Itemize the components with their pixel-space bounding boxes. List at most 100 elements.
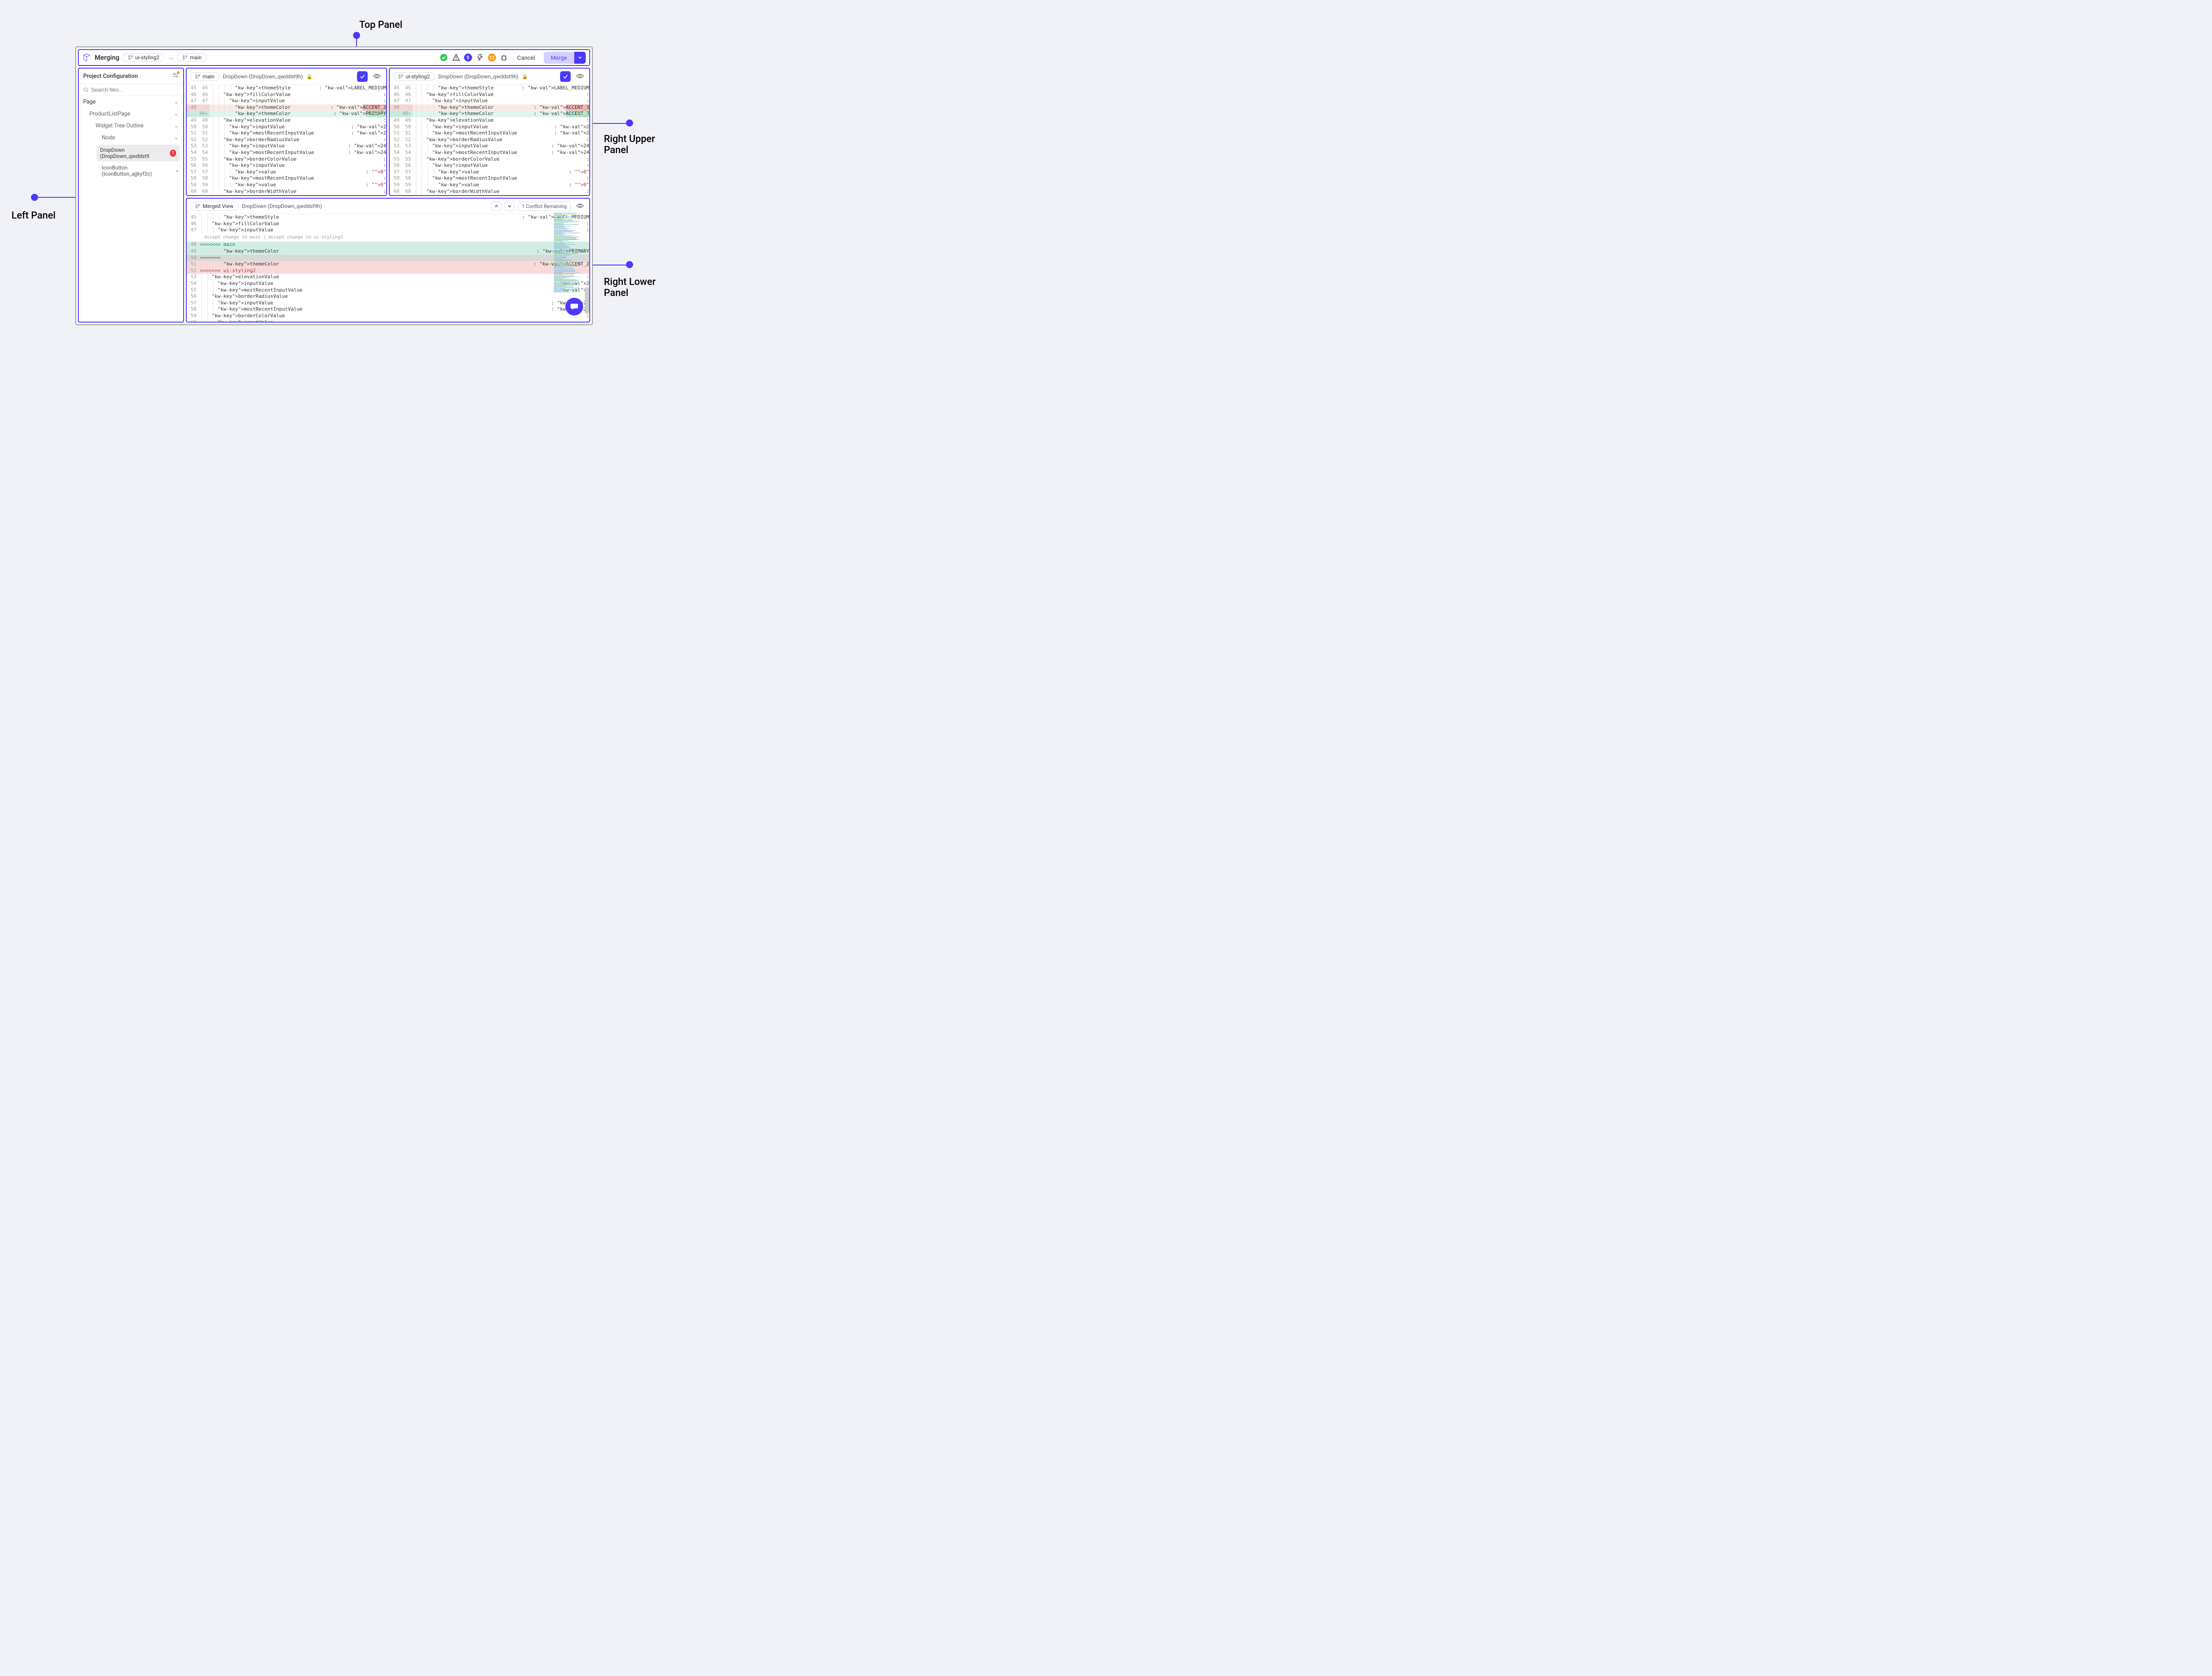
code-line: 47│ │ │ "kw-key">inputValue: <box>187 227 589 234</box>
prev-conflict-button[interactable] <box>492 201 501 211</box>
minimap-main <box>374 113 384 139</box>
annotation-left-line <box>35 197 76 198</box>
preview-button[interactable] <box>574 202 586 211</box>
diff-file-title: DropDown (DropDown_qwddst9h) <box>223 73 303 80</box>
code-area-branch[interactable]: 4545│ │ │ │ "kw-key">themeStyle: "kw-val… <box>390 85 589 195</box>
chat-bubble-button[interactable] <box>565 298 583 315</box>
code-area-main[interactable]: 4545│ │ │ │ "kw-key">themeStyle: "kw-val… <box>187 85 386 195</box>
code-line: 4545│ │ │ │ "kw-key">themeStyle: "kw-val… <box>187 85 386 92</box>
tree-productlist-row[interactable]: ProductListPage ⌄ <box>79 108 183 120</box>
code-line: 5959│ │ │ │ "kw-key">value: "">0" <box>187 182 386 188</box>
chevron-down-icon: ⌄ <box>174 111 179 117</box>
code-line: 5656│ │ │ "kw-key">inputValue: <box>187 162 386 169</box>
top-panel: Merging ui-styling2 → main 5 12 Cancel M… <box>78 49 590 66</box>
merged-view-label: Merged View <box>203 203 234 209</box>
code-line: 48-│ │ │ │ "kw-key">themeColor: "kw-val"… <box>390 104 589 111</box>
preview-button[interactable] <box>371 72 383 81</box>
diff-branch-label: ui-styling2 <box>406 73 430 80</box>
tree-productlist-label: ProductListPage <box>83 111 130 117</box>
blue-count-badge[interactable]: 5 <box>464 54 472 62</box>
lock-icon: 🔒 <box>307 74 313 80</box>
minimap-merged[interactable] <box>554 213 585 292</box>
code-line: 48<<<<<<< main <box>187 242 589 248</box>
code-line: 5353│ │ │ "kw-key">inputValue: "kw-val">… <box>187 143 386 150</box>
warning-triangle-icon[interactable] <box>452 53 461 62</box>
code-line: 4545│ │ │ │ "kw-key">themeStyle: "kw-val… <box>390 85 589 92</box>
bug-icon[interactable] <box>499 53 508 62</box>
tree-iconbutton-row[interactable]: IconButton (IconButton_ajjkyf2c) ● <box>79 162 183 179</box>
branch-icon <box>195 204 200 209</box>
tree-page-row[interactable]: Page ⌄ <box>79 96 183 108</box>
diff-header-branch: ui-styling2 DropDown (DropDown_qwddst9h)… <box>390 69 589 85</box>
accept-all-button[interactable] <box>560 71 571 82</box>
dot-indicator-icon: ● <box>176 168 179 174</box>
code-line: 46│ │ "kw-key">fillColorValue: <box>187 221 589 227</box>
accept-hint[interactable]: Accept change in main | Accept change in… <box>187 234 589 242</box>
lightning-icon[interactable] <box>476 53 484 62</box>
code-line: 54│ │ │ "kw-key">inputValue: "kw-val">2 <box>187 281 589 287</box>
code-line: 60│ │ │ "kw-key">inputValue: <box>187 319 589 322</box>
merged-view-pill[interactable]: Merged View <box>190 202 238 211</box>
diff-panel-main: main DropDown (DropDown_qwddst9h) 🔒 4545… <box>186 68 387 196</box>
code-line: 4949│ │ "kw-key">elevationValue: <box>390 117 589 124</box>
code-line: 5757│ │ │ │ "kw-key">value: "">0" <box>187 169 386 176</box>
tree-node-label: Node <box>83 135 115 141</box>
code-line: 5858│ │ │ "kw-key">mostRecentInputValue: <box>390 175 589 182</box>
code-line: 45│ │ │ │ "kw-key">themeStyle: "kw-val">… <box>187 214 589 221</box>
code-line: 58│ │ │ "kw-key">mostRecentInputValue: "… <box>187 306 589 313</box>
diff-branch-pill-main[interactable]: main <box>190 72 219 81</box>
code-line: 6060│ │ "kw-key">borderWidthValue: <box>187 188 386 195</box>
merge-button[interactable]: Merge <box>544 52 574 64</box>
code-line: 5050│ │ │ "kw-key">inputValue: "kw-val">… <box>390 124 589 131</box>
scrollbar-thumb[interactable] <box>585 287 589 314</box>
code-line: 56│ │ "kw-key">borderRadiusValue: <box>187 293 589 300</box>
branch-icon <box>182 55 188 60</box>
code-line: 52>>>>>>> ui-styling2 <box>187 268 589 274</box>
orange-count-badge[interactable]: 12 <box>488 54 496 62</box>
source-branch-pill[interactable]: ui-styling2 <box>123 53 165 62</box>
minimap-branch <box>577 113 588 139</box>
diff-panel-branch: ui-styling2 DropDown (DropDown_qwddst9h)… <box>389 68 590 196</box>
diff-branch-pill-branch[interactable]: ui-styling2 <box>393 72 435 81</box>
left-panel-header: Project Configuration <box>79 69 183 84</box>
cancel-button[interactable]: Cancel <box>512 52 540 64</box>
code-line: 5252│ │ "kw-key">borderRadiusValue: <box>187 137 386 143</box>
merged-file-title: DropDown (DropDown_qwddst9h) <box>242 203 322 209</box>
settings-icon[interactable] <box>173 72 179 80</box>
conflict-remaining-label: 1 Conflict Remaining <box>518 202 571 211</box>
code-line: 59│ │ "kw-key">borderColorValue: <box>187 313 589 319</box>
search-row <box>79 84 183 96</box>
target-branch-label: main <box>190 54 202 61</box>
target-branch-pill[interactable]: main <box>177 53 207 62</box>
code-line: 48-│ │ │ │ "kw-key">themeColor: "kw-val"… <box>187 104 386 111</box>
search-input[interactable] <box>91 87 179 93</box>
tree-selected-dropdown[interactable]: DropDown (DropDown_qwddst9 1 <box>96 145 180 161</box>
code-line: 4949│ │ "kw-key">elevationValue: <box>187 117 386 124</box>
code-line: 6060│ │ "kw-key">borderWidthValue: <box>390 188 589 195</box>
annotation-top-label: Top Panel <box>359 19 403 31</box>
merged-panel: Merged View DropDown (DropDown_qwddst9h)… <box>186 198 590 323</box>
code-line: 5252│ │ "kw-key">borderRadiusValue: <box>390 137 589 143</box>
annotation-ru-line <box>592 123 627 124</box>
arrow-icon: → <box>168 54 174 62</box>
conflict-count-badge: 1 <box>170 150 176 157</box>
tree-node-row[interactable]: Node ⌄ <box>79 132 183 144</box>
merge-dropdown-button[interactable] <box>574 52 586 64</box>
check-circle-icon[interactable] <box>439 53 448 62</box>
branch-icon <box>128 55 133 60</box>
left-panel-title: Project Configuration <box>83 73 138 80</box>
diff-header-main: main DropDown (DropDown_qwddst9h) 🔒 <box>187 69 386 85</box>
code-area-merged[interactable]: 45│ │ │ │ "kw-key">themeStyle: "kw-val">… <box>187 214 589 322</box>
branch-icon <box>195 74 200 79</box>
app-logo-icon <box>82 53 91 62</box>
annotation-ru-label: Right Upper Panel <box>604 134 681 156</box>
tree-widgettree-row[interactable]: Widget Tree Outline ⌄ <box>79 120 183 132</box>
code-line: 5050│ │ │ "kw-key">inputValue: "kw-val">… <box>187 124 386 131</box>
code-line: 4747│ │ │ "kw-key">inputValue: <box>390 98 589 104</box>
next-conflict-button[interactable] <box>505 201 515 211</box>
code-line: 49│ │ │ │ "kw-key">themeColor: "kw-val">… <box>187 248 589 255</box>
chevron-down-icon: ⌄ <box>174 99 179 105</box>
accept-all-button[interactable] <box>357 71 368 82</box>
annotation-rl-label: Right Lower Panel <box>604 277 681 299</box>
preview-button[interactable] <box>574 72 586 81</box>
